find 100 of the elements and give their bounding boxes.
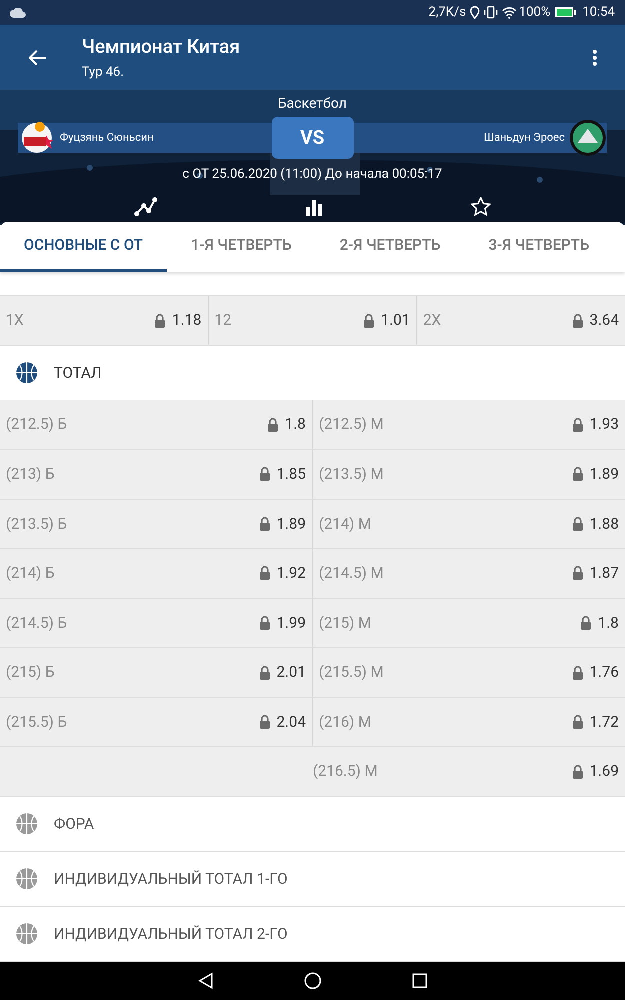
outcome-label: (212.5) Б: [6, 414, 68, 436]
odds-button[interactable]: (214.5) Б 1.99: [0, 598, 313, 648]
lock-icon: [572, 314, 584, 328]
battery-percent: 100%: [519, 4, 551, 22]
outcome-label: (215) М: [319, 612, 372, 634]
odds-button[interactable]: (215.5) Б 2.04: [0, 698, 313, 746]
outcome-label: (216.5) М: [313, 761, 378, 782]
odds-value: 1.72: [590, 712, 619, 733]
lock-icon: [572, 467, 584, 482]
home-nav-button[interactable]: [304, 972, 322, 990]
outcome-label: 12: [214, 310, 232, 332]
circle-home-icon: [304, 972, 322, 990]
odds-button[interactable]: (214.5) М 1.87: [313, 549, 625, 598]
odds-value: 3.64: [590, 310, 620, 332]
location-icon: [470, 6, 480, 19]
outcome-label: (212.5) М: [319, 414, 384, 436]
odds-value: 1.99: [276, 612, 306, 634]
lock-icon: [572, 764, 584, 779]
odds-value: 1.76: [590, 662, 619, 684]
odds-value: 2.01: [276, 662, 306, 684]
battery-icon: [554, 7, 577, 18]
odds-button[interactable]: (214) Б 1.92: [0, 549, 313, 598]
lock-icon: [258, 467, 271, 482]
lock-icon: [363, 314, 376, 328]
lock-icon: [572, 715, 584, 730]
odds-value: 1.69: [590, 761, 619, 782]
odds-button[interactable]: (213.5) М 1.89: [313, 450, 625, 499]
sport-name: Баскетбол: [278, 95, 348, 114]
odds-button[interactable]: (212.5) М 1.93: [313, 400, 625, 449]
odds-button[interactable]: (215) Б 2.01: [0, 648, 313, 697]
outcome-label: (214.5) М: [319, 563, 384, 584]
odds-button[interactable]: (216) М 1.72: [313, 698, 625, 746]
screen-subtitle: Тур 46.: [82, 64, 126, 82]
wifi-icon: [502, 6, 518, 18]
line-chart-icon: [134, 196, 158, 216]
outcome-label: 2X: [423, 310, 442, 332]
tab[interactable]: 1-Я ЧЕТВЕРТЬ: [167, 222, 316, 272]
vibrate-icon: [484, 6, 498, 19]
odds-button[interactable]: 2X 3.64: [417, 296, 625, 345]
outcome-label: (215.5) Б: [6, 712, 68, 733]
odds-button[interactable]: (213.5) Б 1.89: [0, 500, 313, 548]
vs-badge: VS: [272, 117, 354, 159]
back-nav-button[interactable]: [198, 972, 214, 990]
outcome-label: (213.5) М: [319, 464, 384, 486]
odds-value: 1.01: [381, 310, 410, 332]
clock: 10:54: [582, 4, 615, 22]
lock-icon: [258, 666, 271, 680]
lock-icon: [572, 516, 584, 531]
network-speed: 2,7K/s: [428, 4, 466, 22]
outcome-label: (215) Б: [6, 662, 55, 684]
lock-icon: [154, 314, 166, 328]
recents-nav-button[interactable]: [412, 972, 428, 989]
odds-button[interactable]: (215) М 1.8: [313, 598, 625, 648]
away-team-name: Шаньдун Эроес: [484, 130, 565, 146]
outcome-label: (213) Б: [6, 464, 55, 486]
triangle-back-icon: [198, 972, 214, 990]
odds-value: 1.18: [172, 310, 202, 332]
team-logo: [569, 119, 607, 157]
odds-button[interactable]: (215.5) М 1.76: [313, 648, 625, 697]
tab[interactable]: 3-Я ЧЕТВЕРТЬ: [464, 222, 614, 272]
odds-button[interactable]: (212.5) Б 1.8: [0, 400, 313, 449]
odds-value: 1.89: [590, 464, 619, 486]
square-recents-icon: [412, 972, 428, 989]
home-team-name: Фуцзянь Сюньсин: [60, 130, 154, 146]
lock-icon: [258, 516, 271, 531]
odds-value: 1.92: [276, 563, 306, 584]
match-start-info: с ОТ 25.06.2020 (11:00) До начала 00:05:17: [182, 166, 442, 184]
outcome-label: (214) Б: [6, 563, 55, 584]
tab[interactable]: 2-Я ЧЕТВЕРТЬ: [316, 222, 465, 272]
odds-value: 1.93: [590, 414, 619, 436]
outcome-label: (216) М: [319, 712, 372, 733]
more-icon: [593, 50, 597, 66]
section-title: ТОТАЛ: [54, 362, 102, 384]
outcome-label: (214.5) Б: [6, 612, 68, 634]
odds-button[interactable]: 1X 1.18: [0, 296, 209, 345]
outcome-label: (214) М: [319, 514, 372, 535]
bar-chart-icon: [305, 198, 324, 216]
odds-button[interactable]: (213) Б 1.85: [0, 450, 313, 499]
screen-title: Чемпионат Китая: [82, 34, 242, 60]
odds-value: 1.89: [276, 514, 306, 535]
odds-value: 2.04: [276, 712, 306, 733]
outcome-label: (215.5) М: [319, 662, 384, 684]
odds-button[interactable]: (214) М 1.88: [313, 500, 625, 548]
outcome-label: 1X: [6, 310, 24, 332]
lock-icon: [258, 715, 271, 730]
lock-icon: [572, 666, 584, 680]
odds-value: 1.85: [276, 464, 306, 486]
favorite-button[interactable]: [471, 196, 492, 216]
lock-icon: [580, 616, 592, 630]
odds-value: 1.87: [590, 563, 619, 584]
chart-line-button[interactable]: [134, 196, 158, 216]
odds-value: 1.8: [598, 612, 619, 634]
star-icon: [471, 197, 492, 216]
lock-icon: [572, 418, 584, 432]
odds-button[interactable]: 12 1.01: [208, 296, 418, 345]
cloud-icon: [10, 8, 26, 18]
lock-icon: [572, 566, 584, 580]
lock-icon: [267, 418, 280, 432]
odds-value: 1.8: [285, 414, 306, 436]
lock-icon: [258, 566, 271, 580]
